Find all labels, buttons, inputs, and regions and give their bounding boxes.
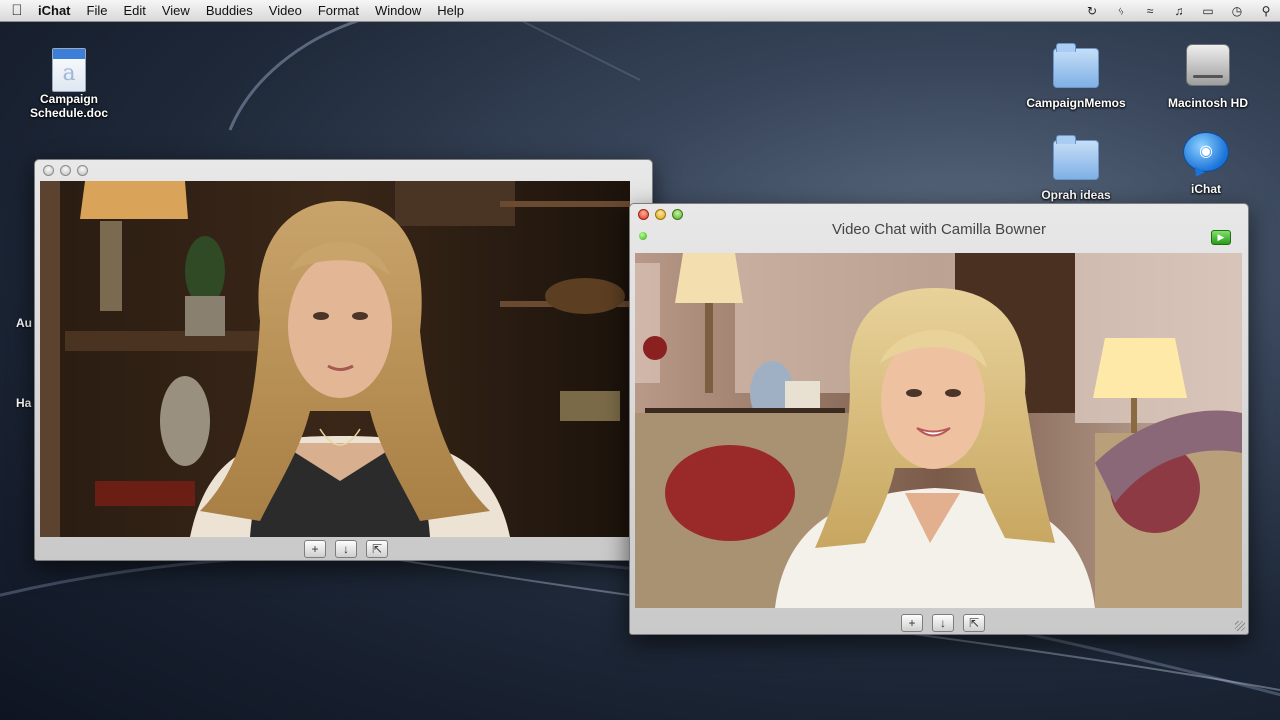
zoom-button[interactable] (672, 209, 683, 220)
video-feed-image (40, 181, 630, 537)
desktop-icon-label: Oprah ideas (1041, 188, 1111, 202)
desktop-icon-label: Campaign Schedule.doc (29, 92, 109, 120)
menu-video[interactable]: Video (261, 0, 310, 22)
close-button[interactable] (43, 165, 54, 176)
apple-icon[interactable]:  (0, 2, 34, 19)
window-controls (43, 165, 88, 176)
add-buddy-button[interactable]: + (901, 614, 923, 632)
time-machine-icon[interactable]: ↻ (1084, 4, 1100, 18)
ichat-icon: ◉ (1183, 132, 1229, 172)
video-controls: + ↓ ⇱ (901, 614, 985, 632)
desktop-icon-label: CampaignMemos (1026, 96, 1126, 110)
minimize-button[interactable] (60, 165, 71, 176)
zoom-button[interactable] (77, 165, 88, 176)
folder-icon (1053, 43, 1099, 88)
video-chat-window[interactable]: Video Chat with Camilla Bowner ▶ + ↓ ⇱ (629, 203, 1249, 635)
minimize-button[interactable] (655, 209, 666, 220)
close-button[interactable] (638, 209, 649, 220)
battery-icon[interactable]: ▭ (1200, 4, 1216, 18)
spotlight-icon[interactable]: ⚲ (1258, 4, 1274, 18)
desktop-icon-label-partial: Au (16, 316, 32, 330)
video-feed-image (635, 253, 1242, 608)
fullscreen-button[interactable]: ⇱ (963, 614, 985, 632)
menu-edit[interactable]: Edit (115, 0, 153, 22)
resize-handle[interactable] (1235, 621, 1245, 631)
folder-icon (1053, 135, 1099, 180)
camera-icon[interactable]: ▶ (1211, 230, 1231, 245)
mute-button[interactable]: ↓ (335, 540, 357, 558)
hard-drive-icon (1186, 44, 1230, 86)
menu-app-ichat[interactable]: iChat (34, 0, 79, 22)
remote-video-feed (635, 253, 1242, 608)
local-video-preview (40, 181, 630, 537)
desktop-icon-macintosh-hd[interactable]: Macintosh HD (1148, 44, 1268, 110)
clock-icon[interactable]: ◷ (1229, 4, 1245, 18)
status-menus: ↻ ᛃ ≈ ♫ ▭ ◷ ⚲ (1084, 0, 1274, 22)
desktop-icon-campaign-memos[interactable]: CampaignMemos (1016, 43, 1136, 110)
wifi-icon[interactable]: ≈ (1142, 4, 1158, 18)
desktop-icon-oprah-ideas[interactable]: Oprah ideas (1016, 135, 1136, 202)
expand-icon: ⇱ (968, 616, 980, 630)
desktop-icon-campaign-schedule[interactable]: Campaign Schedule.doc (9, 48, 129, 120)
microphone-icon: ↓ (940, 616, 946, 630)
menu-help[interactable]: Help (429, 0, 472, 22)
add-buddy-button[interactable]: + (304, 540, 326, 558)
video-controls: + ↓ ⇱ (304, 540, 388, 558)
local-preview-window[interactable]: + ↓ ⇱ (34, 159, 653, 561)
microphone-icon: ↓ (343, 542, 349, 556)
menu-view[interactable]: View (154, 0, 198, 22)
menu-format[interactable]: Format (310, 0, 367, 22)
desktop-icon-label-partial: Ha (16, 396, 32, 410)
document-icon (52, 48, 86, 92)
volume-icon[interactable]: ♫ (1171, 4, 1187, 18)
menu-file[interactable]: File (79, 0, 116, 22)
expand-icon: ⇱ (371, 542, 383, 556)
window-titlebar[interactable] (35, 160, 652, 180)
window-title: Video Chat with Camilla Bowner (832, 221, 1046, 238)
menu-bar:  iChat File Edit View Buddies Video For… (0, 0, 1280, 22)
mute-button[interactable]: ↓ (932, 614, 954, 632)
desktop-icon-label: Macintosh HD (1167, 96, 1248, 110)
fullscreen-button[interactable]: ⇱ (366, 540, 388, 558)
desktop-icon-ichat[interactable]: ◉ iChat (1146, 132, 1266, 196)
desktop-icon-label: iChat (1191, 182, 1221, 196)
menu-buddies[interactable]: Buddies (198, 0, 261, 22)
window-controls (638, 209, 683, 220)
bluetooth-icon[interactable]: ᛃ (1113, 4, 1129, 18)
menu-window[interactable]: Window (367, 0, 429, 22)
